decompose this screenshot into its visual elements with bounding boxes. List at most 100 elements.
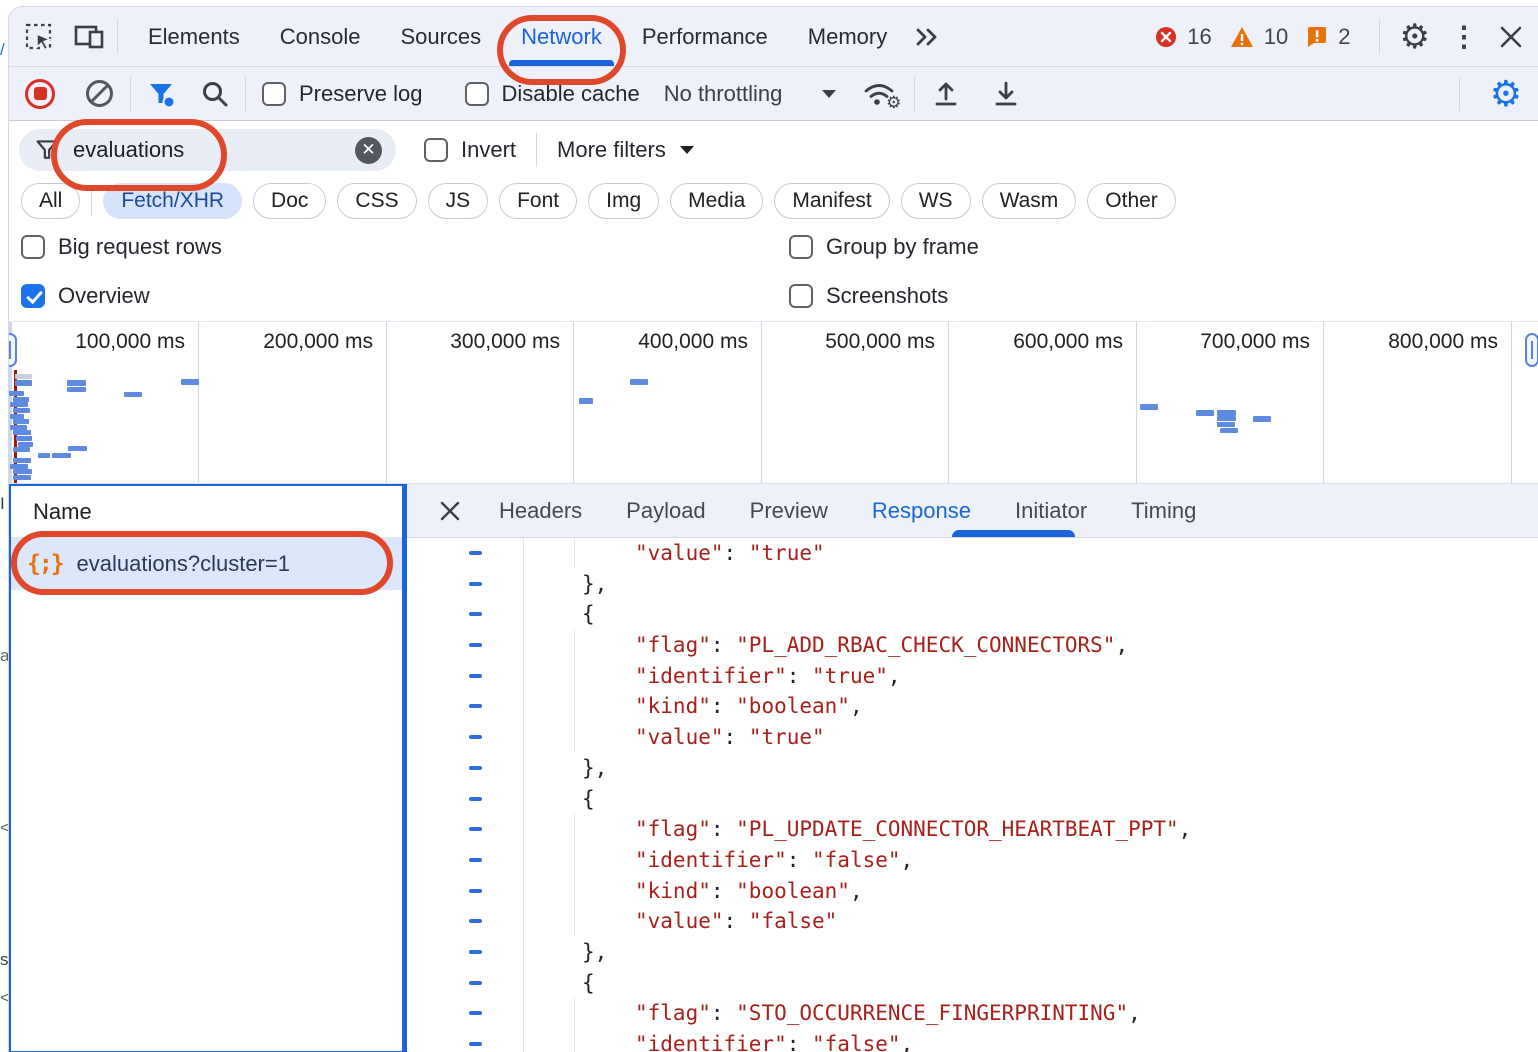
code-text: "flag": "PL_UPDATE_CONNECTOR_HEARTBEAT_P… <box>635 814 1191 845</box>
code-line: "kind": "boolean", <box>407 691 1538 722</box>
detail-tab-headers[interactable]: Headers <box>499 498 582 524</box>
filter-chip-ws[interactable]: WS <box>901 183 971 219</box>
filter-chip-css[interactable]: CSS <box>337 183 416 219</box>
panel-tabs: ElementsConsoleSourcesNetworkPerformance… <box>128 7 907 67</box>
warning-icon[interactable] <box>1230 26 1254 48</box>
tab-elements[interactable]: Elements <box>128 7 260 67</box>
filter-chip-js[interactable]: JS <box>428 183 489 219</box>
active-detail-tab-underline <box>952 530 1075 537</box>
checkbox-unchecked[interactable] <box>424 138 448 162</box>
json-string: "STO_OCCURRENCE_FINGERPRINTING" <box>736 1001 1128 1025</box>
checkbox-unchecked[interactable] <box>21 235 45 259</box>
filter-chip-other[interactable]: Other <box>1087 183 1176 219</box>
json-punctuation: : <box>724 541 749 565</box>
request-row[interactable]: {;} evaluations?cluster=1 <box>11 538 402 590</box>
timeline-bar <box>10 402 28 407</box>
close-detail-icon[interactable] <box>437 498 463 524</box>
gutter-line-marker <box>469 981 482 985</box>
record-network-log-button[interactable] <box>25 79 55 109</box>
checkbox-unchecked[interactable] <box>789 284 813 308</box>
page-fragment: < <box>0 988 8 1008</box>
network-settings-gear-icon[interactable]: ⚙ <box>1490 76 1522 112</box>
network-conditions-icon[interactable]: ⚙ <box>862 79 898 109</box>
detail-tab-payload[interactable]: Payload <box>626 498 706 524</box>
filter-chip-manifest[interactable]: Manifest <box>774 183 889 219</box>
code-text: "value": "true" <box>635 538 825 569</box>
name-column-header[interactable]: Name <box>11 486 402 538</box>
filter-chip-doc[interactable]: Doc <box>253 183 326 219</box>
json-key: "identifier" <box>635 664 787 688</box>
detail-tab-response[interactable]: Response <box>872 498 971 524</box>
checkbox-unchecked[interactable] <box>262 82 286 106</box>
issues-count: 2 <box>1338 24 1350 50</box>
tab-network[interactable]: Network <box>501 7 622 67</box>
tab-sources[interactable]: Sources <box>380 7 501 67</box>
network-overview-timeline[interactable]: 100,000 ms200,000 ms300,000 ms400,000 ms… <box>9 321 1538 484</box>
filter-chip-img[interactable]: Img <box>588 183 659 219</box>
json-punctuation: }, <box>582 756 607 780</box>
gutter-line-marker <box>469 797 482 801</box>
import-har-icon[interactable] <box>931 79 961 109</box>
code-line: "value": "true" <box>407 538 1538 569</box>
disable-cache-checkbox[interactable]: Disable cache <box>465 81 640 107</box>
filter-chip-fetchxhr[interactable]: Fetch/XHR <box>103 183 242 219</box>
close-devtools-icon[interactable] <box>1498 24 1524 50</box>
group-by-frame-checkbox[interactable]: Group by frame <box>789 234 979 260</box>
checkbox-unchecked[interactable] <box>789 235 813 259</box>
issues-icon[interactable] <box>1306 26 1328 48</box>
clear-network-log-icon[interactable] <box>85 79 114 108</box>
code-text: "flag": "PL_ADD_RBAC_CHECK_CONNECTORS", <box>635 630 1128 661</box>
gutter-line-marker <box>469 766 482 770</box>
overview-right-handle[interactable] <box>1525 333 1538 367</box>
code-line: }, <box>407 753 1538 784</box>
response-body-viewer[interactable]: "value": "true"},{"flag": "PL_ADD_RBAC_C… <box>407 538 1538 1052</box>
export-har-icon[interactable] <box>991 79 1021 109</box>
throttling-caret-icon[interactable] <box>822 90 836 98</box>
settings-gear-icon[interactable]: ⚙ <box>1400 20 1430 54</box>
filter-funnel-icon[interactable] <box>147 80 175 108</box>
timeline-bar <box>124 392 142 397</box>
filter-chip-all[interactable]: All <box>21 183 80 219</box>
big-request-rows-checkbox[interactable]: Big request rows <box>21 234 222 260</box>
invert-checkbox[interactable]: Invert <box>424 137 516 163</box>
code-text: "value": "true" <box>635 722 825 753</box>
overview-left-handle[interactable] <box>9 333 17 367</box>
kebab-menu-icon[interactable]: ⋮ <box>1440 20 1488 53</box>
tab-console[interactable]: Console <box>260 7 381 67</box>
filter-chip-font[interactable]: Font <box>499 183 577 219</box>
group-by-frame-label: Group by frame <box>826 234 979 260</box>
preserve-log-checkbox[interactable]: Preserve log <box>262 81 423 107</box>
json-punctuation: : <box>787 1032 812 1052</box>
filter-chip-media[interactable]: Media <box>670 183 763 219</box>
divider <box>91 186 92 216</box>
json-key: "kind" <box>635 694 711 718</box>
detail-tab-timing[interactable]: Timing <box>1131 498 1196 524</box>
overview-checkbox[interactable]: Overview <box>21 283 150 309</box>
filter-input[interactable]: evaluations ✕ <box>19 129 396 171</box>
checkbox-checked[interactable] <box>21 284 45 308</box>
json-string: "false" <box>812 1032 901 1052</box>
detail-tab-initiator[interactable]: Initiator <box>1015 498 1087 524</box>
error-icon[interactable] <box>1155 26 1177 48</box>
tab-memory[interactable]: Memory <box>788 7 907 67</box>
json-punctuation: , <box>850 694 863 718</box>
more-filters-caret-icon[interactable] <box>680 146 694 154</box>
code-text: "identifier": "true", <box>635 661 901 692</box>
divider <box>117 20 118 54</box>
more-tabs-icon[interactable] <box>913 24 941 50</box>
timeline-bar <box>52 453 71 458</box>
inspect-element-icon[interactable] <box>23 21 55 53</box>
more-filters-button[interactable]: More filters <box>557 137 666 163</box>
screenshots-checkbox[interactable]: Screenshots <box>789 283 948 309</box>
divider <box>1379 20 1380 54</box>
clear-filter-icon[interactable]: ✕ <box>355 137 382 164</box>
throttling-select[interactable]: No throttling <box>664 81 783 107</box>
device-toolbar-icon[interactable] <box>73 21 107 53</box>
search-icon[interactable] <box>201 80 229 108</box>
detail-tabs-bar: Headers Payload Preview Response Initiator Ti… <box>407 484 1538 538</box>
checkbox-unchecked[interactable] <box>465 82 489 106</box>
detail-tab-preview[interactable]: Preview <box>750 498 828 524</box>
filter-chip-wasm[interactable]: Wasm <box>982 183 1077 219</box>
code-line: }, <box>407 937 1538 968</box>
tab-performance[interactable]: Performance <box>622 7 788 67</box>
